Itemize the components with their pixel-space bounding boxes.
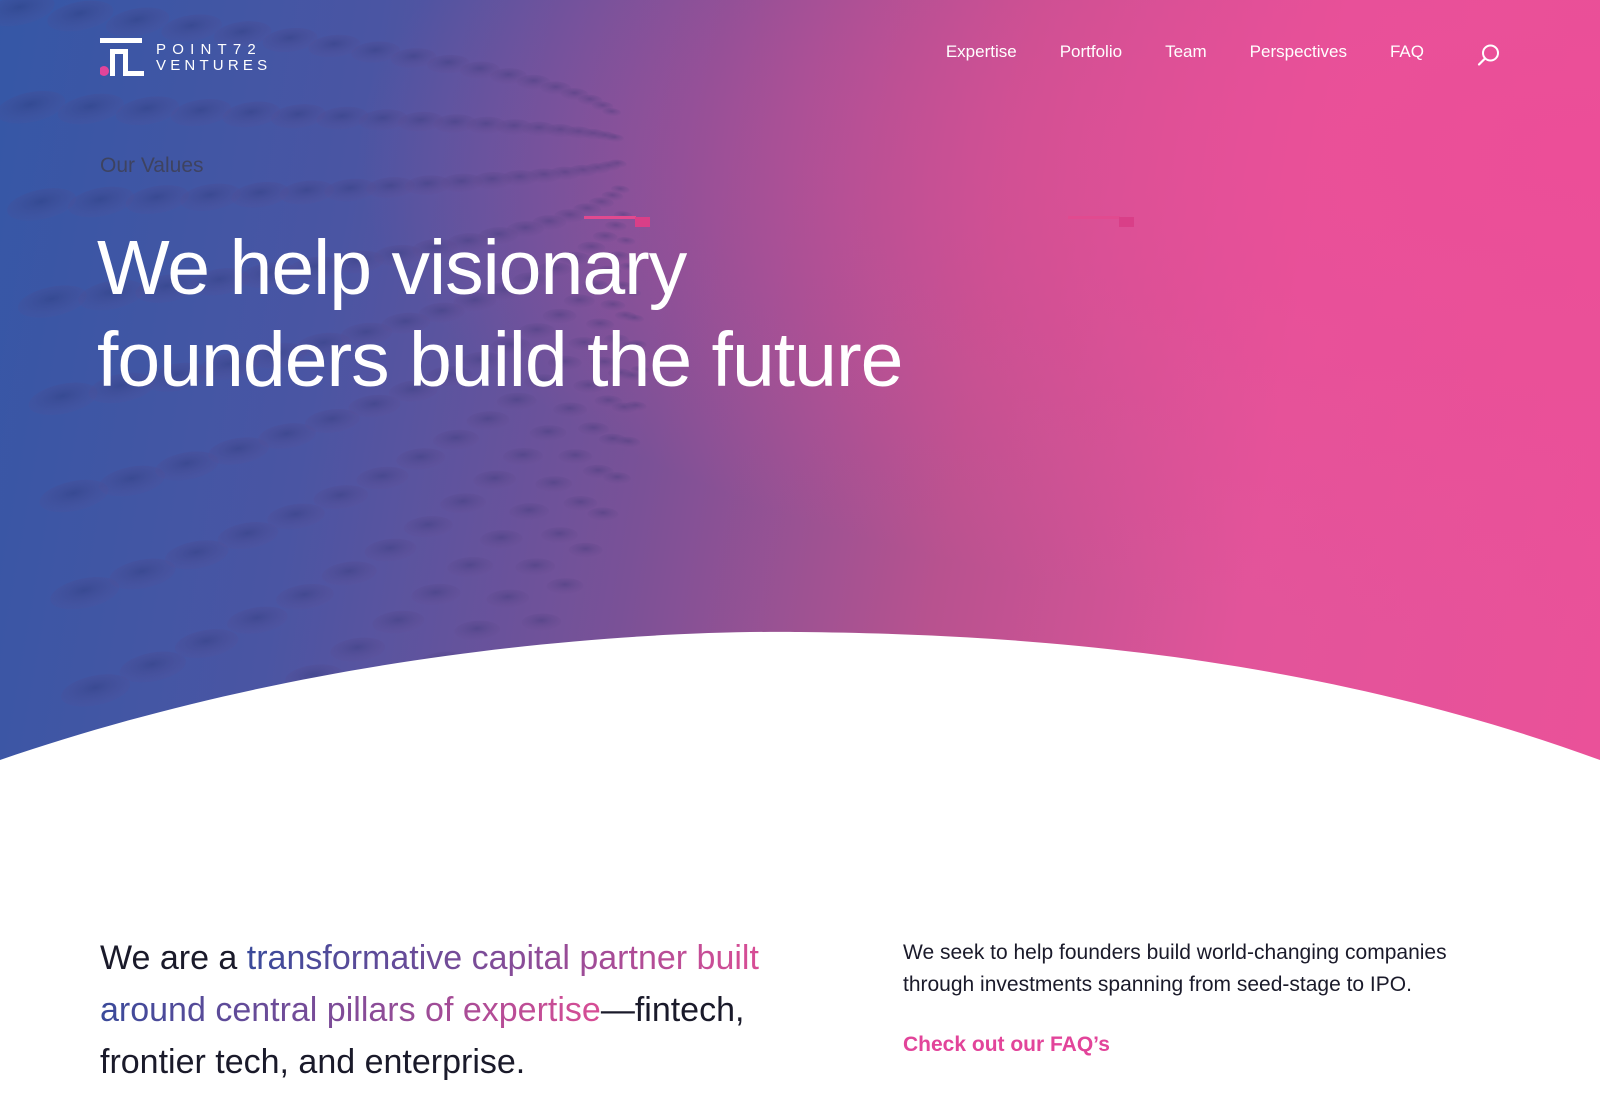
nav-item-portfolio[interactable]: Portfolio <box>1060 42 1122 62</box>
pattern-hole <box>222 101 281 128</box>
logo-line-2: VENTURES <box>156 56 272 74</box>
pattern-hole <box>0 90 66 124</box>
pattern-hole <box>433 429 479 450</box>
pattern-hole <box>558 449 593 464</box>
pattern-hole <box>587 507 619 521</box>
pattern-hole <box>440 493 486 514</box>
decor-line-left <box>584 216 636 219</box>
pattern-hole <box>486 589 530 608</box>
hero-curve <box>0 631 1600 770</box>
search-icon[interactable] <box>1477 43 1501 67</box>
pattern-hole <box>466 411 510 430</box>
intro-highlight-1: transformative capital partner built <box>246 939 759 977</box>
hero-headline-line-1: We help visionary <box>97 225 687 311</box>
pattern-hole <box>540 527 578 543</box>
logo-line-1: POINT72 <box>156 40 262 58</box>
pattern-hole <box>356 466 409 490</box>
nav-item-team[interactable]: Team <box>1165 42 1207 62</box>
hero-headline: We help visionary founders build the fut… <box>97 222 1017 406</box>
pattern-hole <box>0 0 55 27</box>
hero-headline-line-2: founders build the future <box>97 317 903 403</box>
decor-line-right <box>1068 216 1120 219</box>
pattern-hole <box>535 476 573 492</box>
pattern-hole <box>321 561 377 586</box>
faq-link[interactable]: Check out our FAQ’s <box>903 1033 1110 1057</box>
pattern-hole <box>515 558 556 576</box>
pattern-hole <box>47 0 114 32</box>
pattern-hole <box>447 556 494 577</box>
intro-prefix: We are a <box>100 939 247 977</box>
pattern-hole <box>115 96 180 126</box>
pattern-hole <box>396 448 446 470</box>
pattern-hole <box>529 425 567 441</box>
pattern-hole <box>403 516 453 538</box>
pattern-hole <box>479 530 523 549</box>
decor-square-right <box>1119 217 1134 227</box>
pattern-hole <box>276 583 334 610</box>
section-eyebrow: Our Values <box>100 154 204 177</box>
pattern-hole <box>170 98 232 127</box>
pattern-hole <box>364 538 417 562</box>
main-nav: Expertise Portfolio Team Perspectives FA… <box>946 42 1424 62</box>
pattern-hole <box>411 583 461 605</box>
nav-item-faq[interactable]: FAQ <box>1390 42 1424 62</box>
nav-item-perspectives[interactable]: Perspectives <box>1250 42 1347 62</box>
brand-logo[interactable]: POINT72 VENTURES <box>100 37 280 77</box>
pattern-hole <box>578 422 609 436</box>
intro-highlight-2: around central pillars of expertise <box>100 991 601 1029</box>
intro-statement: We are a transformative capital partner … <box>100 932 820 1088</box>
pattern-hole <box>39 479 109 513</box>
logo-mark-icon <box>100 38 144 76</box>
pattern-hole <box>473 470 517 489</box>
pattern-hole <box>546 578 584 594</box>
pattern-hole <box>28 382 98 416</box>
pattern-hole <box>509 503 549 521</box>
pattern-hole <box>503 447 543 465</box>
pattern-hole <box>105 7 170 37</box>
pattern-hole <box>563 496 598 511</box>
side-description: We seek to help founders build world-cha… <box>903 941 1447 996</box>
pattern-hole <box>7 188 77 221</box>
logo-wordmark: POINT72 VENTURES <box>156 42 271 73</box>
pattern-hole <box>57 93 124 125</box>
pattern-hole <box>568 542 603 558</box>
nav-item-expertise[interactable]: Expertise <box>946 42 1017 62</box>
